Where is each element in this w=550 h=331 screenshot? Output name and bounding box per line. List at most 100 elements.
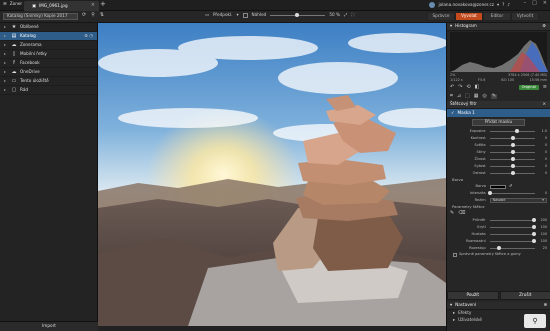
slider-track[interactable]: [489, 150, 536, 154]
chevron-right-icon[interactable]: ▸: [4, 43, 8, 47]
slider-knob[interactable]: [510, 157, 515, 161]
mode-manager[interactable]: Správce: [427, 12, 455, 21]
sidebar-item[interactable]: ▸ ★ Oblíbené: [0, 23, 97, 32]
select-icon[interactable]: ⬚: [465, 94, 470, 99]
gradient-icon[interactable]: ▦: [474, 94, 479, 99]
zoom-value[interactable]: 50 %: [329, 13, 340, 17]
slider-knob[interactable]: [510, 164, 515, 168]
undo-icon[interactable]: ↶: [450, 85, 454, 90]
brush-icon[interactable]: ✎: [450, 211, 454, 216]
sidebar-item[interactable]: ▸ ▯ Mobilní řetky: [0, 50, 97, 59]
slider-knob[interactable]: [496, 246, 501, 250]
menu-icon[interactable]: ≡: [543, 85, 547, 90]
chevron-down-icon[interactable]: ▾: [497, 2, 499, 7]
slider-track[interactable]: [489, 129, 536, 133]
bell-icon[interactable]: ♪: [507, 2, 510, 7]
filmstrip-toggle[interactable]: [98, 326, 446, 331]
mode-editor[interactable]: Editor: [483, 12, 511, 21]
compare-checkbox[interactable]: [242, 13, 248, 18]
slider-track[interactable]: [489, 218, 536, 222]
histogram-header[interactable]: ▾ Histogram ⚙: [447, 23, 550, 31]
chevron-right-icon[interactable]: ▸: [4, 70, 8, 74]
mode-create[interactable]: Vytvořit: [511, 12, 539, 21]
cancel-button[interactable]: Zrušit: [499, 291, 550, 300]
close-tab-icon[interactable]: ×: [91, 3, 95, 8]
mask-item[interactable]: ✓ Maska 1: [447, 109, 550, 117]
settings-icon[interactable]: ⚙: [542, 24, 546, 28]
chevron-right-icon[interactable]: ▸: [4, 34, 8, 38]
straighten-icon[interactable]: ⊿: [457, 94, 461, 99]
sidebar-item[interactable]: ▸ ☁ Zonerama: [0, 41, 97, 50]
close-icon[interactable]: ×: [543, 1, 547, 6]
slider-track[interactable]: [489, 136, 536, 140]
user-area[interactable]: jolana.novakova@zoner.cz ▾ ? ♪: [429, 2, 510, 8]
slider-value[interactable]: 200: [535, 218, 547, 222]
slider-track[interactable]: [489, 164, 536, 168]
slider-value[interactable]: 0: [535, 143, 547, 147]
filter-icon[interactable]: ⚲: [91, 13, 95, 18]
avatar[interactable]: [429, 2, 436, 8]
layout-icon[interactable]: ▭: [205, 13, 209, 17]
checkmark-icon[interactable]: ✓: [451, 110, 455, 115]
catalog-select[interactable]: Katalog (Snímky) Kopie 2017: [3, 13, 78, 20]
slider-knob[interactable]: [531, 232, 536, 236]
slider-knob[interactable]: [510, 150, 515, 154]
slider-value[interactable]: 0: [535, 171, 547, 175]
radial-icon[interactable]: ◎: [483, 94, 487, 99]
slider-knob[interactable]: [531, 239, 536, 243]
view-label[interactable]: Předpokl.: [213, 13, 232, 17]
zoom-slider-knob[interactable]: [295, 13, 300, 17]
smart-brush-checkbox[interactable]: [453, 253, 457, 257]
slider-track[interactable]: [489, 225, 536, 229]
color-swatch[interactable]: [490, 184, 506, 189]
fullscreen-icon[interactable]: ⛶: [351, 13, 354, 17]
slider-track[interactable]: [489, 246, 536, 250]
slider-track[interactable]: [489, 157, 536, 161]
slider-value[interactable]: 0: [535, 164, 547, 168]
slider-knob[interactable]: [510, 171, 515, 175]
apply-button[interactable]: Použít: [447, 291, 499, 300]
redo-icon[interactable]: ↷: [458, 85, 462, 90]
reset-icon[interactable]: ⟲: [466, 85, 470, 90]
chevron-right-icon[interactable]: ▸: [4, 25, 8, 29]
slider-value[interactable]: 100: [535, 239, 547, 243]
fit-icon[interactable]: ⤢: [344, 13, 347, 17]
sidebar-item[interactable]: ▸ ▭ Tento úložiště: [0, 77, 97, 86]
sidebar-item[interactable]: ▸ ▤ Katalog ⚙ ◷: [0, 32, 97, 41]
sidebar-item[interactable]: ▸ ☁ OneDrive: [0, 68, 97, 77]
zoom-slider[interactable]: [270, 13, 326, 17]
slider-value[interactable]: 25: [535, 246, 547, 250]
sidebar-item[interactable]: ▸ f Facebook: [0, 59, 97, 68]
refresh-icon[interactable]: ⟳: [82, 13, 86, 18]
blend-mode-select[interactable]: Násobit ▾: [489, 198, 547, 203]
eraser-icon[interactable]: ⌫: [458, 211, 465, 216]
chevron-down-icon[interactable]: ▾: [236, 13, 238, 17]
magnifier-button[interactable]: ⚲: [524, 314, 546, 328]
slider-value[interactable]: 100: [535, 232, 547, 236]
brush-icon[interactable]: ✎: [490, 94, 498, 99]
chevron-right-icon[interactable]: ▸: [4, 79, 8, 83]
sort-icon[interactable]: ⇅: [100, 13, 104, 18]
import-button[interactable]: Import: [0, 321, 98, 331]
slider-track[interactable]: [489, 171, 536, 175]
slider-value[interactable]: 0: [535, 157, 547, 161]
crop-icon[interactable]: ⌗: [450, 94, 453, 99]
sidebar-item-extra[interactable]: ⚙ ◷: [84, 33, 93, 38]
slider-track[interactable]: [489, 239, 536, 243]
slider-value[interactable]: 100: [535, 225, 547, 229]
slider-knob[interactable]: [510, 136, 515, 140]
new-tab-icon[interactable]: +: [100, 1, 106, 8]
compare-icon[interactable]: ◧: [475, 85, 480, 90]
chevron-right-icon[interactable]: ▸: [4, 61, 8, 65]
slider-knob[interactable]: [531, 225, 536, 229]
chevron-right-icon[interactable]: ▸: [4, 88, 8, 92]
mode-develop[interactable]: Vyvolat: [455, 12, 483, 21]
help-icon[interactable]: ?: [502, 2, 504, 7]
sidebar-item[interactable]: ▸ ▢ Rád: [0, 86, 97, 95]
maximize-icon[interactable]: □: [532, 1, 537, 6]
settings-header[interactable]: ▾ Nastavení ⊕: [447, 302, 550, 310]
document-tab[interactable]: ▣ IMG_0961.jpg ×: [24, 1, 99, 11]
minimize-icon[interactable]: –: [524, 1, 527, 6]
image-viewer[interactable]: [98, 23, 446, 326]
close-icon[interactable]: ×: [542, 102, 546, 106]
